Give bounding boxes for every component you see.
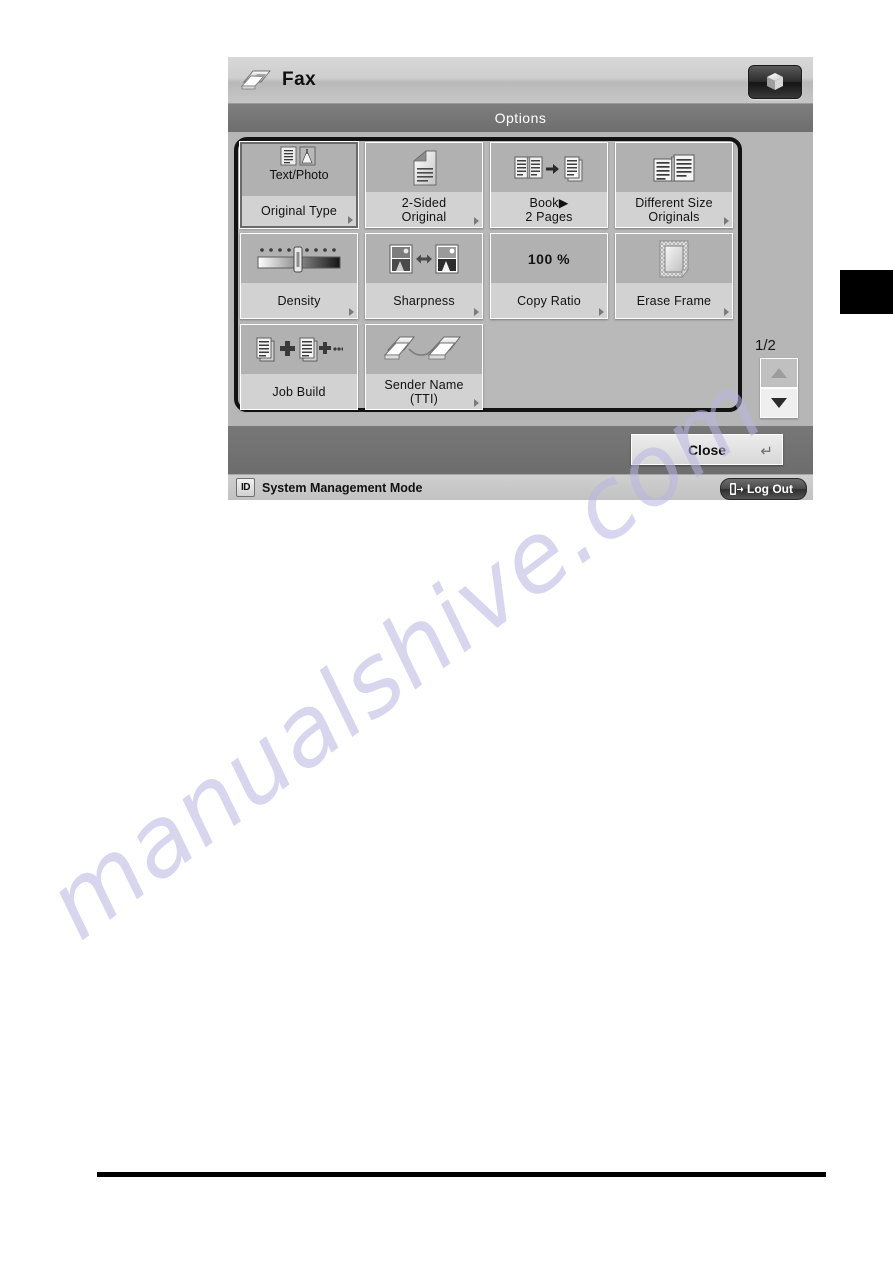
option-label: Original Type — [260, 204, 338, 218]
id-badge-icon: ID — [236, 478, 255, 497]
copy-ratio-value: 100 % — [527, 250, 571, 267]
job-build-icon-area — [241, 325, 357, 374]
erase-frame-icon-area — [616, 234, 732, 283]
option-label-line1: Different Size — [635, 195, 713, 210]
option-label: Sharpness — [393, 293, 455, 308]
option-button-copy-ratio[interactable]: 100 % Copy Ratio — [490, 233, 608, 319]
copy-ratio-label-area: Copy Ratio — [491, 283, 607, 318]
option-label-line2: (TTI) — [409, 391, 439, 406]
book-to-pages-label-area: Book▶ 2 Pages — [491, 192, 607, 227]
submenu-arrow-icon — [474, 308, 479, 316]
text-photo-icon — [279, 146, 319, 166]
bottom-rule — [97, 1172, 826, 1177]
sharpness-compare-icon — [387, 242, 461, 276]
submenu-arrow-icon — [599, 308, 604, 316]
open-book-icon — [650, 151, 698, 185]
option-button-erase-frame[interactable]: Erase Frame — [615, 233, 733, 319]
fax-device-screen: Fax Options Text/Photo Original Type 2-S… — [228, 57, 813, 500]
option-button-different-size-originals[interactable]: Different Size Originals — [615, 142, 733, 228]
option-label-line1: Book▶ — [529, 195, 569, 210]
option-label-line2: Originals — [648, 209, 700, 224]
submenu-arrow-icon — [348, 216, 353, 224]
option-label-line1: 2-Sided — [401, 195, 447, 210]
option-label-line2: 2 Pages — [525, 209, 573, 224]
submenu-arrow-icon — [474, 399, 479, 407]
two-sided-icon-area — [366, 143, 482, 192]
folded-page-icon — [406, 149, 442, 187]
option-label: Erase Frame — [636, 293, 712, 308]
option-button-two-sided-original[interactable]: 2-Sided Original — [365, 142, 483, 228]
fax-machine-icon — [240, 67, 274, 93]
system-management-mode-text: System Management Mode — [262, 480, 423, 495]
sender-name-label-area: Sender Name (TTI) — [366, 374, 482, 409]
status-bar: ID System Management Mode Log Out — [228, 474, 813, 500]
book-to-pages-icon — [513, 151, 585, 185]
options-title: Options — [494, 110, 547, 126]
logout-button[interactable]: Log Out — [720, 478, 807, 500]
option-button-book-to-2-pages[interactable]: Book▶ 2 Pages — [490, 142, 608, 228]
pagination-rail: 1/2 — [749, 132, 809, 426]
density-slider-icon — [254, 243, 344, 275]
two-sided-label-area: 2-Sided Original — [366, 192, 482, 227]
erase-frame-page-icon — [657, 239, 691, 279]
option-label: Job Build — [272, 384, 326, 399]
option-button-sharpness[interactable]: Sharpness — [365, 233, 483, 319]
job-build-stack-icon — [255, 334, 343, 366]
submenu-arrow-icon — [724, 308, 729, 316]
close-button[interactable]: Close ↵ — [631, 434, 783, 465]
option-button-sender-name-tti[interactable]: Sender Name (TTI) — [365, 324, 483, 410]
options-title-band: Options — [228, 104, 813, 132]
two-fax-machines-icon — [382, 333, 466, 367]
screen-header: Fax — [228, 57, 813, 104]
scroll-down-button[interactable] — [760, 388, 798, 418]
different-size-label-area: Different Size Originals — [616, 192, 732, 227]
option-label: Density — [277, 293, 321, 308]
option-button-job-build[interactable]: Job Build — [240, 324, 358, 410]
option-label: Book▶ 2 Pages — [525, 196, 572, 224]
cube-icon-button[interactable] — [748, 65, 802, 99]
option-label-line2: Original — [401, 209, 447, 224]
different-size-icon-area — [616, 143, 732, 192]
options-button-grid: Text/Photo Original Type 2-Sided Origina… — [240, 142, 740, 410]
original-type-icon-area: Text/Photo — [242, 144, 356, 196]
option-label: Copy Ratio — [517, 293, 581, 308]
job-build-label-area: Job Build — [241, 374, 357, 409]
original-type-label-area: Original Type — [242, 196, 356, 226]
density-icon-area — [241, 234, 357, 283]
original-type-value: Text/Photo — [269, 168, 329, 182]
option-label: 2-Sided Original — [402, 196, 447, 224]
submenu-arrow-icon — [724, 217, 729, 225]
option-button-density[interactable]: Density — [240, 233, 358, 319]
copy-ratio-value-area: 100 % — [491, 234, 607, 283]
enter-return-icon: ↵ — [760, 443, 773, 460]
cube-icon — [764, 71, 786, 93]
scroll-up-button[interactable] — [760, 358, 798, 388]
sharpness-label-area: Sharpness — [366, 283, 482, 318]
density-label-area: Density — [241, 283, 357, 318]
screen-footer: Close ↵ — [228, 426, 813, 474]
triangle-down-icon — [771, 398, 787, 408]
page-title: Fax — [282, 69, 317, 90]
erase-frame-label-area: Erase Frame — [616, 283, 732, 318]
sender-name-icon-area — [366, 325, 482, 374]
triangle-up-icon — [771, 368, 787, 378]
submenu-arrow-icon — [349, 308, 354, 316]
logout-button-label: Log Out — [747, 482, 793, 496]
logout-arrow-icon — [730, 483, 744, 495]
option-button-original-type[interactable]: Text/Photo Original Type — [240, 142, 358, 228]
close-button-label: Close — [687, 441, 727, 458]
option-label: Sender Name (TTI) — [384, 378, 463, 406]
book-to-pages-icon-area — [491, 143, 607, 192]
page-indicator: 1/2 — [755, 337, 776, 354]
screen-body: Text/Photo Original Type 2-Sided Origina… — [228, 132, 813, 426]
option-label: Different Size Originals — [635, 196, 713, 224]
page-tab-marker — [840, 270, 893, 314]
option-label-line1: Sender Name — [384, 377, 464, 392]
submenu-arrow-icon — [474, 217, 479, 225]
sharpness-icon-area — [366, 234, 482, 283]
